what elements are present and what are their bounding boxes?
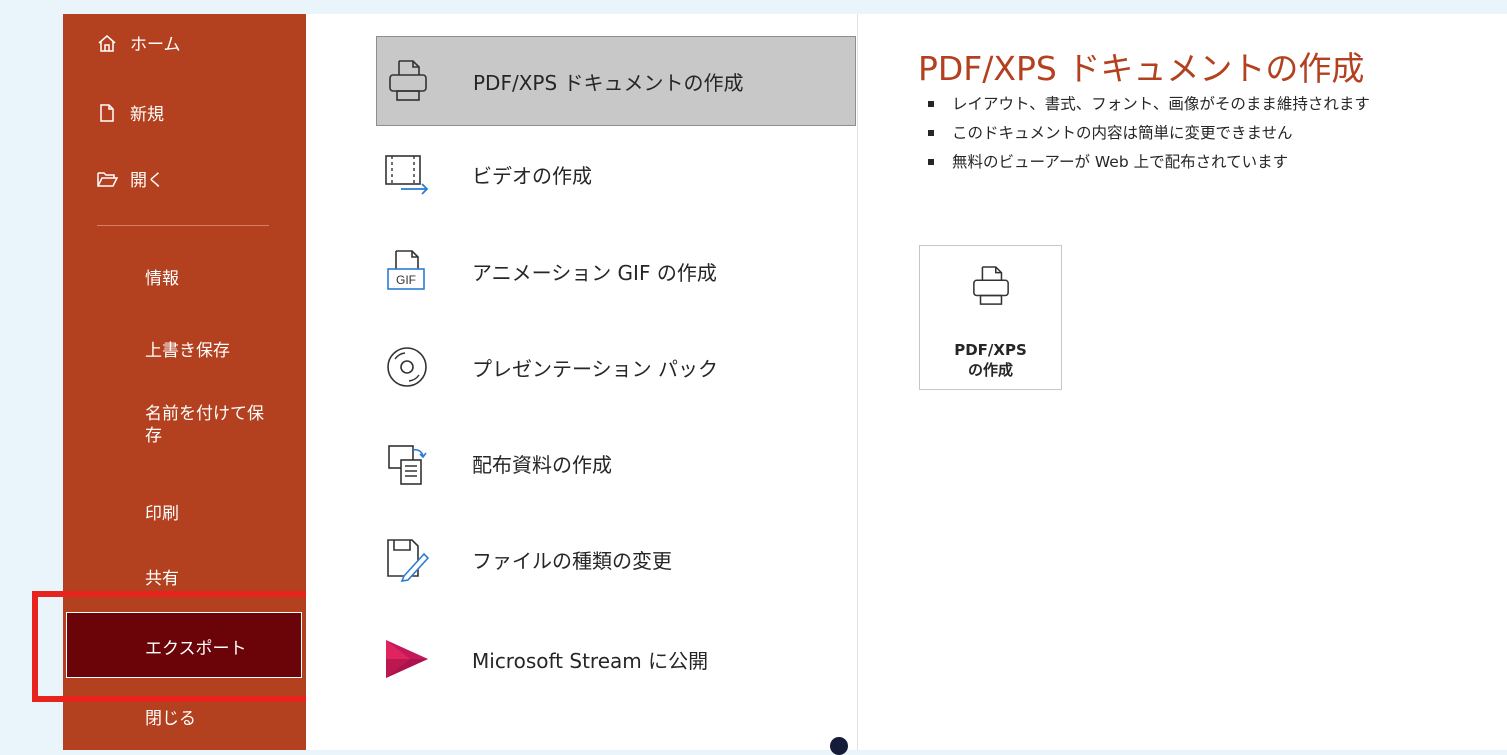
option-create-video[interactable]: ビデオの作成 [376,129,856,219]
nav-save[interactable]: 上書き保存 [145,336,230,361]
stream-icon [382,634,432,684]
nav-home-label: ホーム [130,35,181,55]
nav-share[interactable]: 共有 [145,564,179,589]
disc-icon [382,342,432,392]
nav-save-as-label: 名前を付けて保 存 [145,404,264,446]
detail-bullet: 無料のビューアーが Web 上で配布されています [928,152,1370,181]
sidebar-divider [97,225,269,226]
gif-icon: GIF [382,246,432,296]
option-publish-stream[interactable]: Microsoft Stream に公開 [376,614,856,704]
pdf-document-icon [971,264,1011,312]
nav-print-label: 印刷 [145,504,179,524]
option-presentation-pack[interactable]: プレゼンテーション パック [376,322,856,412]
detail-bullets: レイアウト、書式、フォント、画像がそのまま維持されます このドキュメントの内容は… [928,94,1370,181]
detail-bullet: このドキュメントの内容は簡単に変更できません [928,123,1370,152]
option-change-file-type-label: ファイルの種類の変更 [472,548,672,573]
nav-save-label: 上書き保存 [145,341,230,361]
nav-export-label: エクスポート [145,639,247,659]
create-pdf-xps-button[interactable]: PDF/XPS の作成 [919,245,1062,390]
option-presentation-pack-label: プレゼンテーション パック [472,356,718,381]
nav-info[interactable]: 情報 [145,264,179,289]
nav-share-label: 共有 [145,569,179,589]
handout-icon [382,438,432,488]
change-filetype-icon [382,534,432,584]
option-change-file-type[interactable]: ファイルの種類の変更 [376,514,856,604]
new-document-icon [96,102,118,124]
option-create-pdf-label: PDF/XPS ドキュメントの作成 [473,70,744,95]
video-icon [382,149,432,199]
nav-export[interactable]: エクスポート [66,612,302,678]
export-detail-panel: PDF/XPS ドキュメントの作成 レイアウト、書式、フォント、画像がそのまま維… [857,14,1507,750]
home-icon [96,32,118,54]
option-create-handouts-label: 配布資料の作成 [472,452,612,477]
nav-print[interactable]: 印刷 [145,499,179,524]
svg-text:GIF: GIF [396,273,416,287]
nav-close-label: 閉じる [145,709,196,729]
create-pdf-xps-button-label-1: PDF/XPS [954,341,1027,359]
backstage-sidebar: ホーム 新規 開く 情報 上書き保存 名前を付けて保 存 印刷 共有 エクスポー… [63,14,306,750]
export-options-panel: PDF/XPS ドキュメントの作成 ビデオの作成 GIF アニメーション GIF… [306,14,857,750]
create-pdf-xps-button-label-2: の作成 [967,361,1013,379]
option-create-pdf[interactable]: PDF/XPS ドキュメントの作成 [376,36,856,126]
nav-new-label: 新規 [130,105,164,125]
nav-open-label: 開く [130,171,164,191]
option-create-gif[interactable]: GIF アニメーション GIF の作成 [376,226,856,316]
detail-bullet: レイアウト、書式、フォント、画像がそのまま維持されます [928,94,1370,123]
option-publish-stream-label: Microsoft Stream に公開 [472,648,709,673]
option-create-handouts[interactable]: 配布資料の作成 [376,418,856,508]
nav-home[interactable]: ホーム [96,30,181,55]
folder-open-icon [96,168,118,190]
nav-info-label: 情報 [145,269,179,289]
detail-title: PDF/XPS ドキュメントの作成 [918,49,1365,88]
option-create-video-label: ビデオの作成 [472,163,592,188]
option-create-gif-label: アニメーション GIF の作成 [472,260,717,285]
pdf-document-icon [383,56,433,106]
nav-close[interactable]: 閉じる [145,704,196,729]
nav-new[interactable]: 新規 [96,100,164,125]
cursor-dot [830,737,848,755]
nav-open[interactable]: 開く [96,166,164,191]
nav-save-as[interactable]: 名前を付けて保 存 [145,403,275,447]
